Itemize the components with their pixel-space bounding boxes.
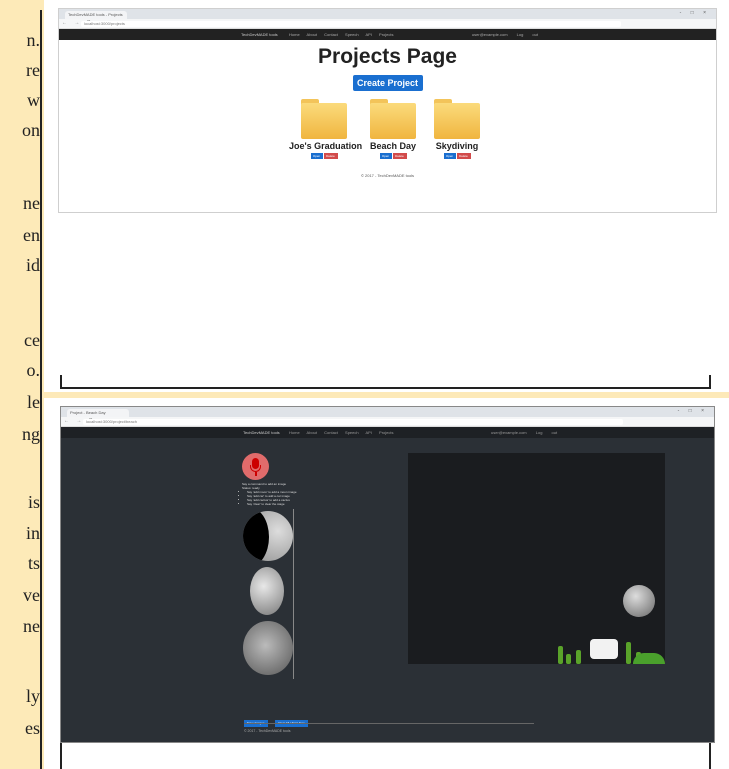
action-buttons: Save Images Clear All / Start New bbox=[244, 711, 311, 729]
window-controls[interactable]: - □ × bbox=[680, 10, 710, 16]
page-title: Projects Page bbox=[318, 45, 457, 68]
page-footer: © 2017 - TechDevMADE tools bbox=[244, 729, 291, 733]
text-fragment: ce bbox=[24, 330, 40, 350]
folder-icon[interactable] bbox=[301, 99, 347, 139]
project-folder[interactable]: Joe's Graduation Open Delete bbox=[289, 99, 363, 159]
folder-name: Beach Day bbox=[369, 141, 417, 151]
text-fragment: ne bbox=[23, 193, 40, 213]
navbar-user-links[interactable]: user@example.com Log out bbox=[491, 427, 557, 438]
moon-surface-image[interactable] bbox=[243, 621, 293, 675]
navbar-brand[interactable]: TechDevMADE tools bbox=[241, 29, 278, 40]
open-button[interactable]: Open bbox=[310, 153, 323, 159]
project-folder[interactable]: Beach Day Open Delete bbox=[358, 99, 428, 159]
text-fragment: ng bbox=[22, 424, 40, 444]
text-fragment: id bbox=[25, 255, 40, 275]
document-page: n. re w on ne en id ce o. le ng is in ts… bbox=[0, 0, 729, 769]
address-bar: ← → C localhost:3000/projects bbox=[59, 19, 716, 29]
site-navbar: TechDevMADE tools Home About Contact Spe… bbox=[59, 29, 716, 40]
cactus-sprite bbox=[558, 646, 563, 664]
folder-icon[interactable] bbox=[434, 99, 480, 139]
cactus-sprite bbox=[576, 650, 581, 664]
text-fragment: es bbox=[25, 718, 40, 738]
folder-name: Joe's Graduation bbox=[289, 141, 363, 151]
figure-bracket bbox=[709, 375, 711, 389]
create-project-button[interactable]: Create Project bbox=[352, 75, 423, 91]
half-moon-image[interactable] bbox=[243, 511, 293, 561]
hill-sprite bbox=[633, 653, 665, 664]
figure-bracket bbox=[60, 743, 62, 769]
cactus-sprite bbox=[626, 642, 631, 664]
text-fragment: ts bbox=[27, 553, 40, 573]
text-fragment: ly bbox=[25, 686, 40, 706]
site-navbar: TechDevMADE tools Home About Contact Spe… bbox=[61, 427, 714, 438]
text-fragment: in bbox=[25, 523, 40, 543]
image-gallery bbox=[242, 509, 294, 679]
delete-button[interactable]: Delete bbox=[392, 153, 407, 159]
column-border bbox=[40, 10, 42, 769]
navbar-links[interactable]: Home About Contact Speech API Projects bbox=[289, 427, 394, 438]
text-fragment: n. bbox=[26, 30, 41, 50]
cactus-sprite bbox=[566, 654, 571, 664]
navbar-links[interactable]: Home About Contact Speech API Projects bbox=[289, 29, 394, 40]
window-controls[interactable]: - □ × bbox=[678, 408, 708, 414]
browser-tabbar: TechDevMADE tools - Projects - □ × bbox=[59, 9, 716, 19]
folder-icon[interactable] bbox=[370, 99, 416, 139]
left-text-column: n. re w on ne en id ce o. le ng is in ts… bbox=[0, 0, 44, 769]
browser-tab[interactable]: Project - Beach Day bbox=[67, 409, 129, 417]
text-fragment: ne bbox=[23, 616, 40, 636]
figure-bracket bbox=[60, 387, 711, 389]
text-fragment: on bbox=[22, 120, 40, 140]
folder-name: Skydiving bbox=[435, 141, 479, 151]
delete-button[interactable]: Delete bbox=[323, 153, 338, 159]
text-fragment: le bbox=[27, 392, 40, 412]
figure-bracket bbox=[709, 743, 711, 769]
navbar-brand[interactable]: TechDevMADE tools bbox=[243, 427, 280, 438]
instruction-item: Say 'clear' to clear the stage bbox=[247, 502, 297, 506]
navbar-user-links[interactable]: user@example.com Log out bbox=[472, 29, 538, 40]
open-button[interactable]: Open bbox=[443, 153, 456, 159]
browser-tab[interactable]: TechDevMADE tools - Projects bbox=[65, 11, 127, 19]
car-sprite[interactable] bbox=[590, 639, 618, 659]
microphone-button[interactable] bbox=[242, 453, 269, 480]
text-fragment: is bbox=[27, 492, 40, 512]
moon-sprite[interactable] bbox=[623, 585, 655, 617]
browser-window-projects: TechDevMADE tools - Projects - □ × ← → C… bbox=[58, 8, 717, 213]
text-fragment: o. bbox=[26, 360, 41, 380]
project-folders: Joe's Graduation Open Delete Beach Day Op… bbox=[59, 91, 716, 201]
url-input[interactable]: localhost:3000/project/beach bbox=[83, 419, 623, 425]
browser-tabbar: Project - Beach Day - □ × bbox=[61, 407, 714, 417]
text-fragment: re bbox=[26, 60, 40, 80]
full-moon-image[interactable] bbox=[250, 567, 284, 615]
address-bar: ← → C localhost:3000/project/beach bbox=[61, 417, 714, 427]
scene-canvas[interactable] bbox=[408, 453, 665, 664]
speech-instructions: Say a command to add an image Status: re… bbox=[242, 482, 297, 506]
open-button[interactable]: Open bbox=[379, 153, 392, 159]
text-fragment: w bbox=[27, 90, 40, 110]
browser-window-project: Project - Beach Day - □ × ← → C localhos… bbox=[60, 406, 715, 743]
project-folder[interactable]: Skydiving Open Delete bbox=[422, 99, 492, 159]
url-input[interactable]: localhost:3000/projects bbox=[81, 21, 621, 27]
gallery-divider bbox=[293, 509, 294, 679]
divider bbox=[244, 723, 534, 724]
text-fragment: en bbox=[23, 225, 40, 245]
text-fragment: ve bbox=[23, 585, 40, 605]
delete-button[interactable]: Delete bbox=[456, 153, 471, 159]
